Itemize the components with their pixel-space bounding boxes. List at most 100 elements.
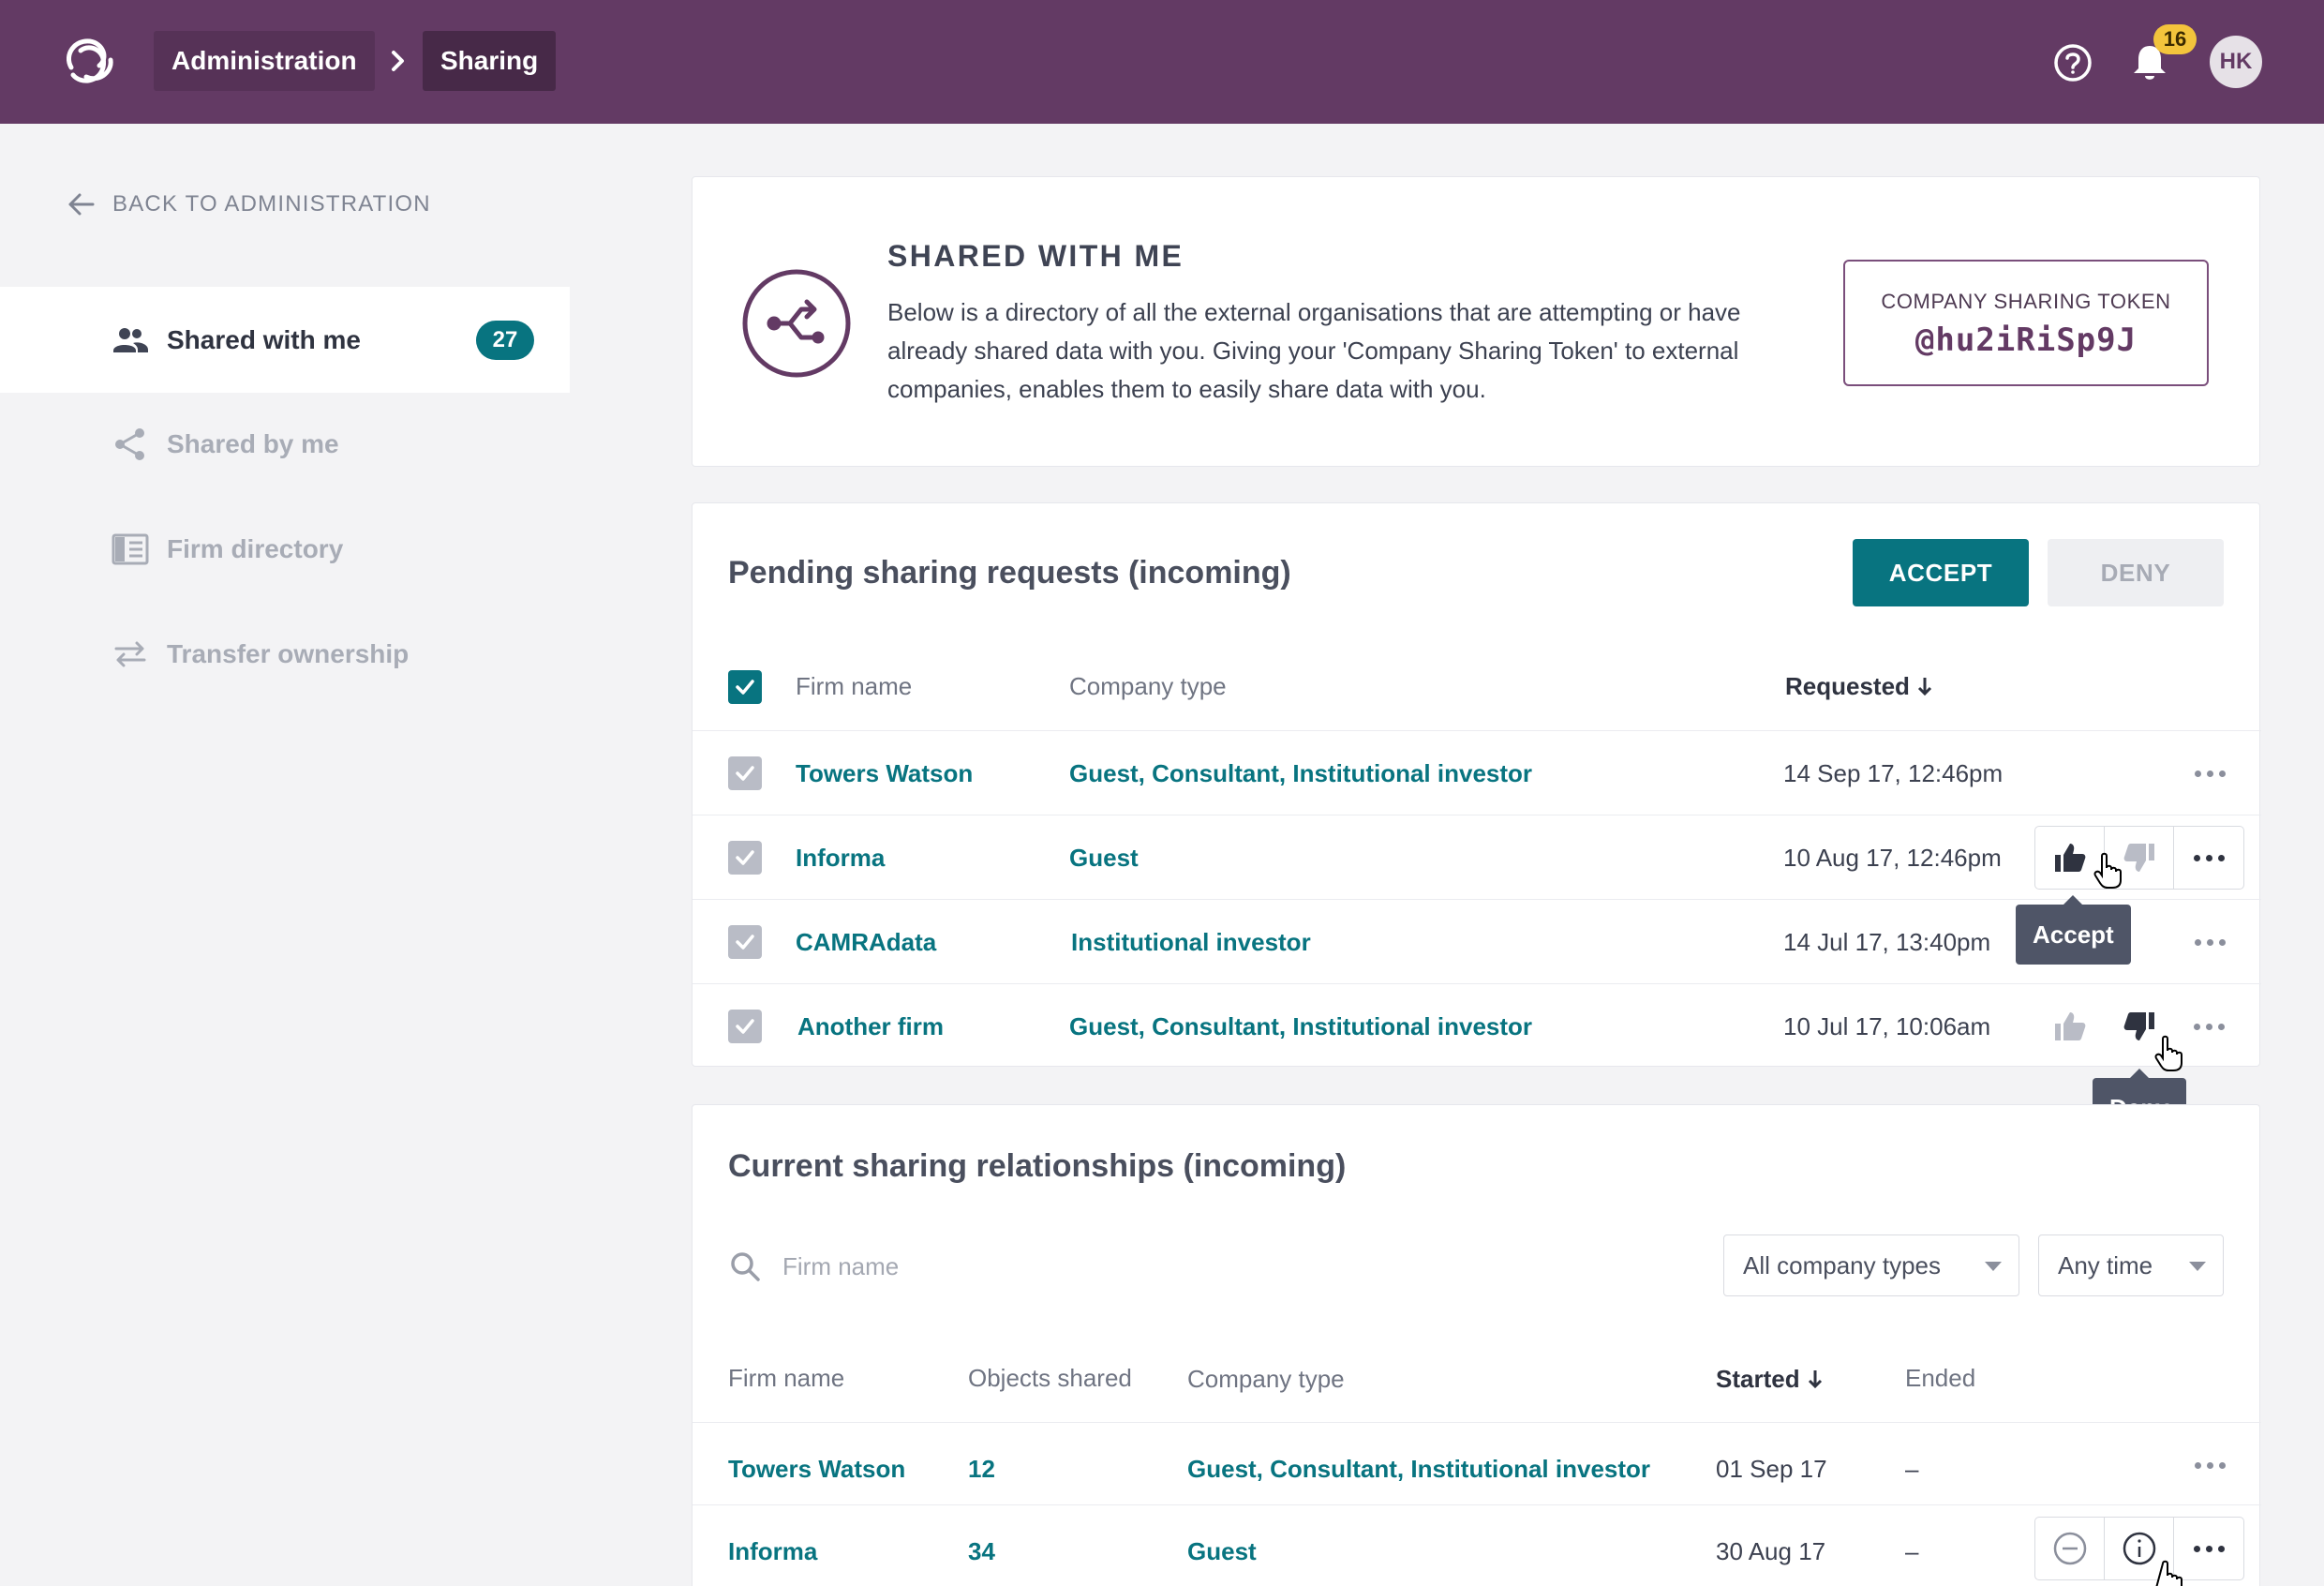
hand-cursor-icon: [2154, 1035, 2182, 1071]
ended-date: –: [1905, 1455, 1919, 1483]
objects-shared-link[interactable]: 12: [968, 1427, 995, 1511]
sort-down-arrow-icon: [1808, 1370, 1822, 1389]
column-header-requested[interactable]: Requested: [1785, 672, 1933, 701]
ended-date: –: [1905, 1537, 1919, 1565]
sidebar-item-transfer-ownership[interactable]: Transfer ownership: [0, 601, 570, 707]
accept-row-button[interactable]: [2035, 995, 2105, 1057]
firm-name-link[interactable]: Informa: [728, 1509, 817, 1586]
company-type-filter-select[interactable]: All company types: [1723, 1234, 2019, 1296]
caret-down-icon: [2189, 1262, 2206, 1271]
firm-name-link[interactable]: Another firm: [797, 984, 944, 1069]
table-row[interactable]: Another firm Guest, Consultant, Institut…: [693, 983, 2261, 1068]
more-options-icon[interactable]: [2175, 743, 2244, 803]
table-row[interactable]: Towers Watson 12 Guest, Consultant, Inst…: [693, 1422, 2261, 1506]
info-icon: [2123, 1532, 2155, 1565]
deny-button[interactable]: DENY: [2048, 539, 2224, 606]
notification-count-badge[interactable]: 16: [2153, 24, 2197, 54]
firm-name-link[interactable]: Informa: [796, 815, 885, 900]
more-options-icon[interactable]: [2175, 1435, 2244, 1495]
hand-cursor-icon: [2093, 852, 2122, 889]
current-relationships-card: Current sharing relationships (incoming)…: [692, 1104, 2261, 1586]
directory-icon: [111, 530, 150, 569]
back-to-administration-link[interactable]: BACK TO ADMINISTRATION: [66, 187, 431, 221]
back-link-label: BACK TO ADMINISTRATION: [112, 191, 431, 217]
column-header-company-type[interactable]: Company type: [1069, 672, 1227, 701]
sort-down-arrow-icon: [1918, 678, 1932, 696]
chevron-right-icon: [392, 51, 404, 71]
sidebar-item-label: Firm directory: [167, 533, 344, 563]
intro-description: Below is a directory of all the external…: [887, 298, 1741, 403]
firm-name-link[interactable]: Towers Watson: [728, 1427, 905, 1511]
company-type-link[interactable]: Guest: [1069, 815, 1139, 900]
select-all-checkbox[interactable]: [728, 670, 762, 704]
arrow-left-icon: [68, 193, 95, 216]
time-filter-select[interactable]: Any time: [2038, 1234, 2224, 1296]
help-icon[interactable]: [2052, 42, 2093, 83]
token-value[interactable]: @hu2iRiSp9J: [1845, 322, 2207, 359]
caret-down-icon: [1985, 1262, 2002, 1271]
page-title: SHARED WITH ME: [887, 239, 1184, 273]
time-filter-value: Any time: [2058, 1251, 2153, 1279]
check-icon: [736, 1019, 754, 1034]
check-icon: [736, 935, 754, 950]
firm-name-link[interactable]: Towers Watson: [796, 731, 973, 815]
company-type-link[interactable]: Guest, Consultant, Institutional investo…: [1069, 984, 1532, 1069]
check-icon: [736, 680, 754, 695]
thumbs-down-icon: [2123, 844, 2154, 872]
firm-name-search-input[interactable]: [782, 1242, 1532, 1291]
column-header-started-label: Started: [1716, 1365, 1800, 1393]
company-type-filter-value: All company types: [1743, 1251, 1941, 1279]
column-header-ended[interactable]: Ended: [1905, 1364, 1975, 1393]
row-checkbox[interactable]: [728, 756, 762, 790]
top-bar: Administration Sharing 16 HK: [0, 0, 2324, 124]
row-checkbox[interactable]: [728, 1010, 762, 1043]
sidebar-item-label: Shared with me: [167, 324, 361, 354]
share-flow-icon: [742, 269, 851, 378]
breadcrumb-administration[interactable]: Administration: [154, 31, 375, 91]
requested-date: 14 Sep 17, 12:46pm: [1783, 759, 2004, 787]
column-header-requested-label: Requested: [1785, 672, 1910, 700]
accept-tooltip: Accept: [2016, 895, 2131, 965]
end-sharing-button[interactable]: [2035, 1518, 2105, 1579]
table-row[interactable]: Informa Guest 10 Aug 17, 12:46pm: [693, 815, 2261, 899]
requested-date: 10 Jul 17, 10:06am: [1783, 1012, 1991, 1040]
objects-shared-link[interactable]: 34: [968, 1509, 995, 1586]
company-type-link[interactable]: Guest, Consultant, Institutional investo…: [1187, 1427, 1650, 1511]
pending-requests-title: Pending sharing requests (incoming): [728, 555, 1291, 591]
app-logo-icon[interactable]: [58, 30, 122, 94]
column-header-started[interactable]: Started: [1716, 1365, 1824, 1394]
breadcrumb-sharing[interactable]: Sharing: [423, 31, 557, 91]
row-checkbox[interactable]: [728, 841, 762, 875]
sidebar-item-label: Transfer ownership: [167, 638, 410, 668]
share-icon: [111, 425, 150, 464]
row-checkbox[interactable]: [728, 925, 762, 959]
current-relationships-title: Current sharing relationships (incoming): [728, 1148, 1347, 1184]
table-row[interactable]: Towers Watson Guest, Consultant, Institu…: [693, 730, 2261, 815]
company-type-link[interactable]: Guest, Consultant, Institutional investo…: [1069, 731, 1532, 815]
token-label: COMPANY SHARING TOKEN: [1881, 290, 2171, 313]
sidebar-item-shared-with-me[interactable]: Shared with me 27: [0, 287, 570, 393]
sidebar-item-firm-directory[interactable]: Firm directory: [0, 496, 570, 602]
shared-with-me-count-badge: 27: [476, 321, 534, 360]
column-header-firm-name[interactable]: Firm name: [728, 1364, 844, 1393]
shared-with-me-intro-card: SHARED WITH ME Below is a directory of a…: [692, 176, 2260, 467]
column-header-objects-shared[interactable]: Objects shared: [968, 1364, 1132, 1393]
company-type-link[interactable]: Institutional investor: [1071, 900, 1311, 984]
firm-name-link[interactable]: CAMRAdata: [796, 900, 936, 984]
user-avatar[interactable]: HK: [2210, 36, 2262, 88]
company-sharing-token-box[interactable]: COMPANY SHARING TOKEN @hu2iRiSp9J: [1843, 260, 2209, 386]
table-row[interactable]: Informa 34 Guest 30 Aug 17 –: [693, 1504, 2261, 1586]
check-icon: [736, 766, 754, 781]
accept-button[interactable]: ACCEPT: [1853, 539, 2029, 606]
requested-date: 10 Aug 17, 12:46pm: [1783, 844, 2002, 872]
column-header-firm-name[interactable]: Firm name: [796, 672, 912, 701]
more-options-icon[interactable]: [2175, 912, 2244, 972]
sidebar-item-shared-by-me[interactable]: Shared by me: [0, 391, 570, 497]
column-header-company-type[interactable]: Company type: [1187, 1365, 1345, 1394]
check-icon: [736, 850, 754, 865]
thumbs-up-icon: [2054, 844, 2085, 872]
company-type-link[interactable]: Guest: [1187, 1509, 1257, 1586]
requested-date: 14 Jul 17, 13:40pm: [1783, 928, 1991, 956]
search-icon: [731, 1252, 760, 1281]
more-options-icon[interactable]: [2174, 827, 2243, 889]
